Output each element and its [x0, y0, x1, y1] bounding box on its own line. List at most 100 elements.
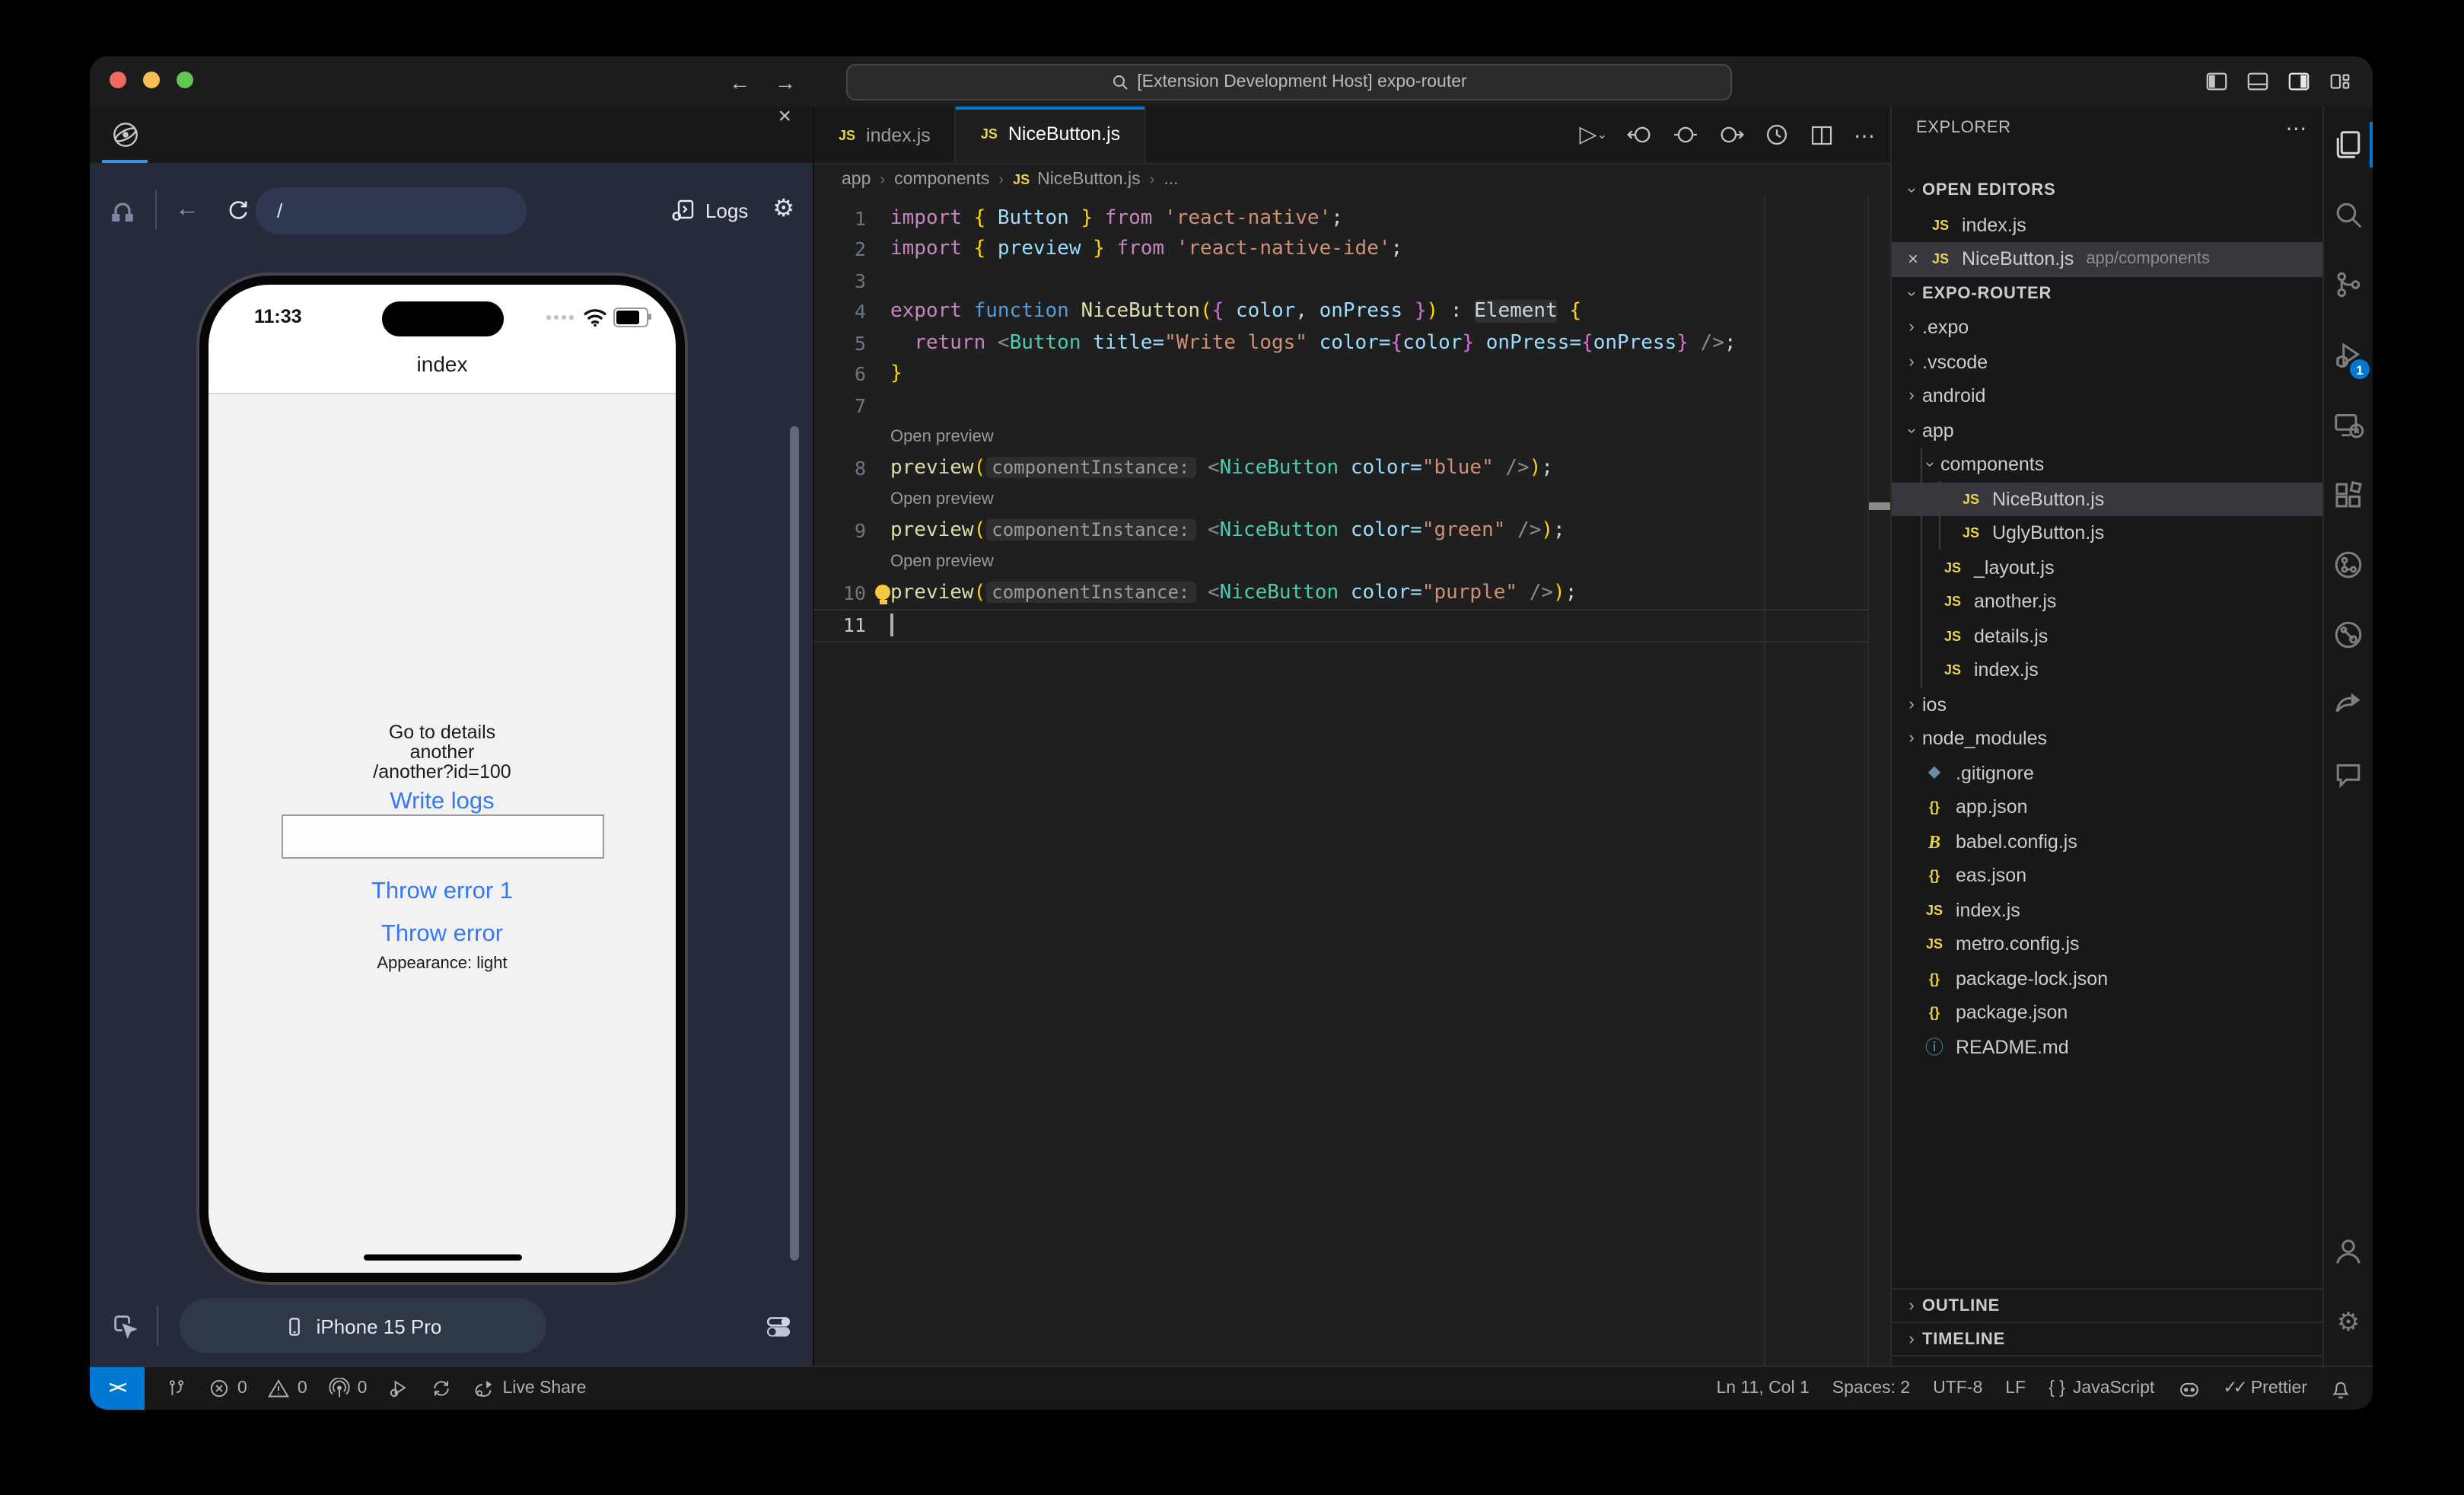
activity-debug[interactable]: 1 [2324, 320, 2373, 390]
open-preview-code-lens[interactable]: Open preview [814, 553, 994, 571]
code-editor[interactable]: 1import { Button } from 'react-native';2… [814, 195, 1890, 1366]
reload-icon[interactable] [227, 199, 250, 222]
activity-settings[interactable]: ⚙ [2324, 1286, 2373, 1356]
code-line-9[interactable]: 9preview(componentInstance: <NiceButton … [814, 515, 1869, 546]
activity-source-control[interactable] [2324, 250, 2373, 320]
magnet-icon[interactable] [108, 196, 137, 225]
run-icon[interactable]: ▷⌄ [1580, 123, 1608, 146]
activity-circle-commit[interactable] [2324, 600, 2373, 670]
tree-item-ios[interactable]: ›ios [1892, 687, 2322, 722]
activity-extensions[interactable] [2324, 460, 2373, 530]
tree-item-components[interactable]: ›components [1892, 448, 2322, 482]
tree-item-index-js[interactable]: JSindex.js [1892, 653, 2322, 687]
code-line-4[interactable]: 4export function NiceButton({ color, onP… [814, 296, 1869, 327]
route-url-field[interactable]: / [256, 186, 527, 234]
command-center-search[interactable]: [Extension Development Host] expo-router [846, 64, 1732, 100]
history-icon[interactable] [1764, 122, 1790, 148]
activity-share[interactable] [2324, 670, 2373, 740]
code-line-8[interactable]: 8preview(componentInstance: <NiceButton … [814, 452, 1869, 483]
nav-circle-icon[interactable] [1673, 122, 1698, 148]
inspect-element-icon[interactable] [111, 1312, 138, 1340]
toggle-panel-icon[interactable] [2246, 70, 2269, 93]
radon-ide-tab[interactable] [90, 107, 160, 163]
open-preview-code-lens[interactable]: Open preview [814, 490, 994, 508]
write-logs-button[interactable]: Write logs [209, 789, 676, 816]
tree-item--layout-js[interactable]: JS_layout.js [1892, 550, 2322, 585]
breadcrumb-item[interactable]: app [842, 171, 871, 189]
toggle-secondary-sidebar-icon[interactable] [2287, 70, 2310, 93]
link-another-id[interactable]: /another?id=100 [209, 761, 676, 783]
tree-item--expo[interactable]: ›.expo [1892, 311, 2322, 345]
status-0[interactable]: 0 [269, 1378, 307, 1399]
tab-index-js[interactable]: JSindex.js [814, 107, 957, 163]
open-editor-nicebutton-js[interactable]: ×JSNiceButton.jsapp/components [1892, 242, 2322, 276]
tree-item-readme-md[interactable]: ⓘREADME.md [1892, 1030, 2322, 1064]
project-root-header[interactable]: › EXPO-ROUTER [1892, 276, 2322, 311]
tree-item-uglybutton-js[interactable]: JSUglyButton.js [1892, 516, 2322, 550]
editor-scrollbar[interactable] [1867, 195, 1890, 1366]
tree-item-app[interactable]: ›app [1892, 413, 2322, 448]
iphone-simulator[interactable]: 11:33 index [196, 273, 688, 1285]
open-editor-index-js[interactable]: JSindex.js [1892, 208, 2322, 242]
status-bell[interactable] [2330, 1378, 2351, 1399]
tree-item-node-modules[interactable]: ›node_modules [1892, 722, 2322, 756]
close-editor-icon[interactable]: × [1901, 249, 1925, 270]
tree-item--gitignore[interactable]: ◆.gitignore [1892, 756, 2322, 790]
breadcrumb-item[interactable]: components [894, 171, 989, 189]
code-line-5[interactable]: 5 return <Button title="Write logs" colo… [814, 327, 1869, 359]
activity-account[interactable] [2324, 1216, 2373, 1286]
tree-item-package-json[interactable]: {}package.json [1892, 996, 2322, 1030]
activity-remote-device[interactable] [2324, 390, 2373, 460]
status-0[interactable]: 0 [209, 1378, 247, 1399]
code-line-11[interactable]: 11 [814, 608, 1869, 642]
tree-item-eas-json[interactable]: {}eas.json [1892, 859, 2322, 893]
section-timeline[interactable]: ›TIMELINE [1892, 1321, 2322, 1356]
code-line-2[interactable]: 2import { preview } from 'react-native-i… [814, 234, 1869, 265]
tree-item-metro-config-js[interactable]: JSmetro.config.js [1892, 927, 2322, 961]
section-outline[interactable]: ›OUTLINE [1892, 1288, 2322, 1323]
status-0[interactable]: 0 [329, 1378, 368, 1399]
split-icon[interactable] [1810, 123, 1834, 147]
status-prettier[interactable]: ✓✓Prettier [2223, 1379, 2307, 1398]
tab-nicebutton-js[interactable]: JSNiceButton.js [957, 107, 1146, 163]
tree-item-babel-config-js[interactable]: Bbabel.config.js [1892, 824, 2322, 859]
tree-item-package-lock-json[interactable]: {}package-lock.json [1892, 961, 2322, 996]
breadcrumb-item[interactable]: ... [1164, 171, 1178, 189]
remote-indicator[interactable]: >< [90, 1367, 145, 1410]
throw-error-1-button[interactable]: Throw error 1 [209, 878, 676, 906]
breadcrumb-item[interactable]: JSNiceButton.js [1013, 171, 1141, 189]
code-line-6[interactable]: 6} [814, 359, 1869, 390]
status-plug[interactable] [166, 1378, 187, 1399]
nav-forward-icon[interactable] [1718, 122, 1744, 148]
activity-search[interactable] [2324, 180, 2373, 250]
status-javascript[interactable]: { }JavaScript [2049, 1379, 2154, 1398]
toggle-primary-sidebar-icon[interactable] [2205, 70, 2228, 93]
open-preview-code-lens[interactable]: Open preview [814, 428, 994, 446]
code-line-1[interactable]: 1import { Button } from 'react-native'; [814, 202, 1869, 234]
status-sync[interactable] [431, 1378, 452, 1399]
status-spaces-2[interactable]: Spaces: 2 [1832, 1379, 1910, 1398]
activity-comment[interactable] [2324, 740, 2373, 810]
tree-item-nicebutton-js[interactable]: JSNiceButton.js [1892, 482, 2322, 516]
status-lf[interactable]: LF [2005, 1379, 2026, 1398]
open-editors-header[interactable]: › OPEN EDITORS [1892, 174, 2322, 208]
status-copilot[interactable] [2177, 1377, 2200, 1400]
status-utf-8[interactable]: UTF-8 [1933, 1379, 1982, 1398]
more-icon[interactable]: ⋯ [1854, 124, 1875, 145]
device-select-button[interactable]: iPhone 15 Pro [180, 1299, 546, 1353]
nav-back-icon[interactable] [1627, 122, 1653, 148]
zoom-window-button[interactable] [177, 72, 193, 88]
code-line-3[interactable]: 3 [814, 265, 1869, 296]
tree-item-details-js[interactable]: JSdetails.js [1892, 619, 2322, 653]
tree-item-app-json[interactable]: {}app.json [1892, 790, 2322, 824]
activity-circle-graph[interactable] [2324, 530, 2373, 600]
throw-error-button[interactable]: Throw error [209, 921, 676, 948]
device-settings-toggles-icon[interactable] [766, 1313, 791, 1339]
status-ln-11-col-1[interactable]: Ln 11, Col 1 [1716, 1379, 1809, 1398]
link-go-to-details[interactable]: Go to details [209, 722, 676, 743]
tree-item-android[interactable]: ›android [1892, 379, 2322, 413]
logs-button[interactable]: Logs [672, 198, 748, 222]
panel-scrollbar[interactable] [790, 426, 799, 1261]
minimize-window-button[interactable] [143, 72, 160, 88]
phone-text-input[interactable] [281, 814, 603, 859]
